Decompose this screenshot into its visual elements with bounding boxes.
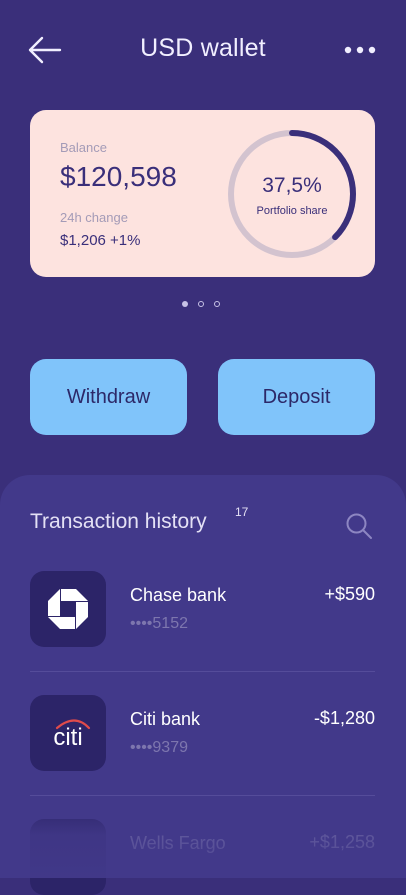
deposit-button[interactable]: Deposit bbox=[218, 359, 375, 435]
transaction-name: Wells Fargo bbox=[130, 833, 226, 853]
transaction-name: Citi bank bbox=[130, 709, 201, 729]
chase-logo bbox=[30, 571, 106, 647]
transaction-history-panel: Transaction history 17 Chase bank ••••51… bbox=[0, 475, 406, 895]
divider bbox=[30, 795, 375, 796]
citi-arc-icon: citi bbox=[53, 719, 91, 751]
transaction-count-badge: 17 bbox=[235, 505, 249, 519]
transaction-amount: +$590 bbox=[324, 584, 375, 604]
more-horizontal-icon bbox=[344, 46, 376, 54]
balance-card[interactable]: Balance $120,598 24h change $1,206 +1% 3… bbox=[30, 110, 375, 277]
chase-logo-icon bbox=[48, 589, 88, 629]
withdraw-button[interactable]: Withdraw bbox=[30, 359, 187, 435]
transaction-row[interactable]: Chase bank ••••5152 +$590 bbox=[30, 571, 375, 647]
card-pager[interactable] bbox=[182, 301, 226, 309]
search-icon bbox=[346, 513, 372, 539]
more-button[interactable] bbox=[342, 40, 378, 60]
pager-dot-active[interactable] bbox=[182, 301, 188, 307]
balance-label: Balance bbox=[60, 140, 107, 155]
change-value: $1,206 +1% bbox=[60, 232, 141, 249]
pager-dot[interactable] bbox=[214, 301, 220, 307]
transaction-amount: +$1,258 bbox=[309, 832, 375, 852]
transaction-name: Chase bank bbox=[130, 585, 227, 605]
portfolio-share-value: 37,5% bbox=[262, 174, 322, 197]
transaction-amount: -$1,280 bbox=[313, 708, 375, 728]
transaction-row[interactable]: Wells Fargo +$1,258 bbox=[30, 819, 375, 895]
transaction-account: ••••9379 bbox=[130, 739, 188, 756]
section-title: Transaction history bbox=[30, 510, 207, 533]
wells-fargo-logo bbox=[30, 819, 106, 895]
citi-logo: citi bbox=[30, 695, 106, 771]
citi-logo-text: citi bbox=[53, 724, 82, 751]
divider bbox=[30, 671, 375, 672]
transaction-row[interactable]: citi Citi bank ••••9379 -$1,280 bbox=[30, 695, 375, 771]
portfolio-share-label: Portfolio share bbox=[256, 205, 328, 217]
portfolio-share-text: 37,5% Portfolio share bbox=[226, 128, 358, 260]
transaction-account: ••••5152 bbox=[130, 615, 188, 632]
app-header: USD wallet bbox=[0, 0, 406, 100]
pager-dot[interactable] bbox=[198, 301, 204, 307]
search-button[interactable] bbox=[344, 511, 374, 541]
balance-value: $120,598 bbox=[60, 161, 177, 192]
change-label: 24h change bbox=[60, 210, 128, 225]
